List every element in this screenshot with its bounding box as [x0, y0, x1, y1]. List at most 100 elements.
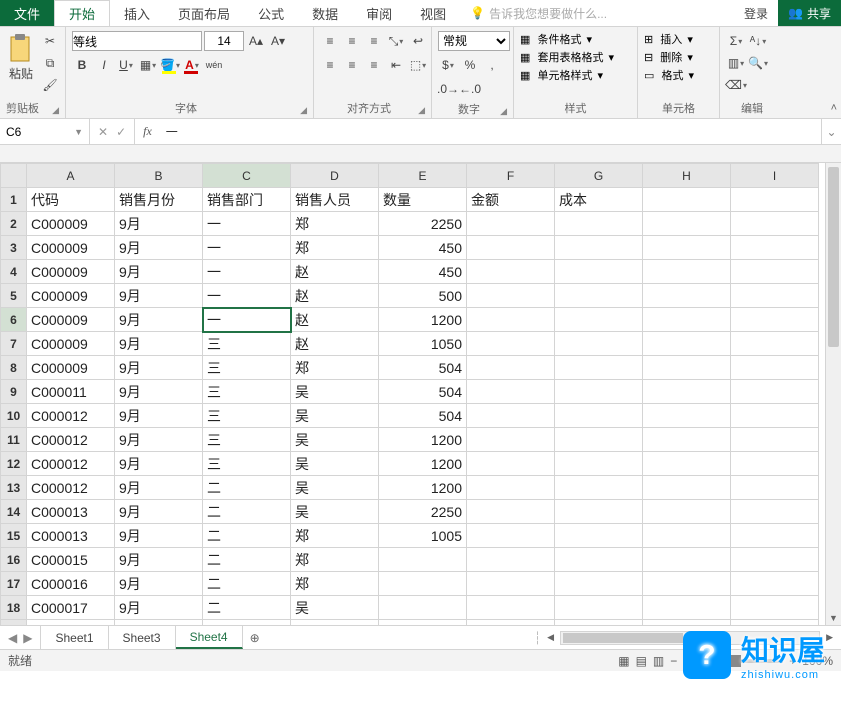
cell-G18[interactable]	[555, 596, 643, 620]
cell-B15[interactable]: 9月	[115, 524, 203, 548]
tab-data[interactable]: 数据	[298, 0, 352, 26]
tab-nav-next[interactable]: ▶	[23, 631, 32, 645]
clear-button[interactable]: ⌫	[726, 75, 746, 95]
formula-input[interactable]: 一	[160, 119, 821, 144]
column-header-F[interactable]: F	[467, 164, 555, 188]
align-right-button[interactable]: ≡	[364, 55, 384, 75]
format-cells-button[interactable]: ▭ 格式 ▾	[644, 67, 694, 83]
cell-C18[interactable]: 二	[203, 596, 291, 620]
view-pagebreak-button[interactable]: ▥	[653, 654, 664, 668]
cell-G13[interactable]	[555, 476, 643, 500]
wrap-text-button[interactable]: ↩	[408, 31, 428, 51]
cell-E8[interactable]: 504	[379, 356, 467, 380]
row-header-13[interactable]: 13	[1, 476, 27, 500]
orientation-button[interactable]: ⤡	[386, 31, 406, 51]
percent-button[interactable]: %	[460, 55, 480, 75]
align-bottom-button[interactable]: ≡	[364, 31, 384, 51]
scroll-down-icon[interactable]: ▼	[826, 611, 841, 625]
cell-I5[interactable]	[731, 284, 819, 308]
cell-I9[interactable]	[731, 380, 819, 404]
cell-A11[interactable]: C000012	[27, 428, 115, 452]
cell-G14[interactable]	[555, 500, 643, 524]
cell-G11[interactable]	[555, 428, 643, 452]
cell-G9[interactable]	[555, 380, 643, 404]
cell-F6[interactable]	[467, 308, 555, 332]
row-header-19[interactable]: 19	[1, 620, 27, 626]
copy-button[interactable]: ⧉	[40, 53, 60, 73]
cell-B17[interactable]: 9月	[115, 572, 203, 596]
cell-H16[interactable]	[643, 548, 731, 572]
spreadsheet-grid[interactable]: ABCDEFGHI 1代码销售月份销售部门销售人员数量金额成本2C0000099…	[0, 163, 819, 625]
hscroll-left[interactable]: ◀	[545, 632, 556, 643]
cell-F10[interactable]	[467, 404, 555, 428]
row-header-9[interactable]: 9	[1, 380, 27, 404]
cell-E17[interactable]	[379, 572, 467, 596]
clipboard-launcher[interactable]: ◢	[52, 105, 59, 116]
row-header-16[interactable]: 16	[1, 548, 27, 572]
cell-C19[interactable]: 三	[203, 620, 291, 626]
cell-I10[interactable]	[731, 404, 819, 428]
cell-I18[interactable]	[731, 596, 819, 620]
cell-C17[interactable]: 二	[203, 572, 291, 596]
cut-button[interactable]: ✂	[40, 31, 60, 51]
tab-formulas[interactable]: 公式	[244, 0, 298, 26]
cell-B7[interactable]: 9月	[115, 332, 203, 356]
cell-I16[interactable]	[731, 548, 819, 572]
cell-B2[interactable]: 9月	[115, 212, 203, 236]
row-header-7[interactable]: 7	[1, 332, 27, 356]
tell-me[interactable]: 💡 告诉我您想要做什么...	[460, 0, 734, 26]
cell-C11[interactable]: 三	[203, 428, 291, 452]
cancel-formula-button[interactable]: ✕	[98, 125, 108, 139]
cell-B1[interactable]: 销售月份	[115, 188, 203, 212]
cell-A16[interactable]: C000015	[27, 548, 115, 572]
cell-E9[interactable]: 504	[379, 380, 467, 404]
cell-D15[interactable]: 郑	[291, 524, 379, 548]
cell-F7[interactable]	[467, 332, 555, 356]
insert-cells-button[interactable]: ⊞ 插入 ▾	[644, 31, 693, 47]
cell-F13[interactable]	[467, 476, 555, 500]
cell-B6[interactable]: 9月	[115, 308, 203, 332]
cell-D12[interactable]: 吴	[291, 452, 379, 476]
cell-F4[interactable]	[467, 260, 555, 284]
format-painter-button[interactable]: 🖌	[40, 75, 60, 95]
view-normal-button[interactable]: ▦	[618, 654, 629, 668]
row-header-10[interactable]: 10	[1, 404, 27, 428]
cell-A3[interactable]: C000009	[27, 236, 115, 260]
cell-G15[interactable]	[555, 524, 643, 548]
cell-E5[interactable]: 500	[379, 284, 467, 308]
tab-review[interactable]: 审阅	[352, 0, 406, 26]
row-header-1[interactable]: 1	[1, 188, 27, 212]
cell-F8[interactable]	[467, 356, 555, 380]
increase-font-button[interactable]: A▴	[246, 31, 266, 51]
cell-G10[interactable]	[555, 404, 643, 428]
cell-A14[interactable]: C000013	[27, 500, 115, 524]
column-header-G[interactable]: G	[555, 164, 643, 188]
cell-G8[interactable]	[555, 356, 643, 380]
cell-H12[interactable]	[643, 452, 731, 476]
cell-D2[interactable]: 郑	[291, 212, 379, 236]
cell-C3[interactable]: 一	[203, 236, 291, 260]
cell-I7[interactable]	[731, 332, 819, 356]
row-header-15[interactable]: 15	[1, 524, 27, 548]
tab-view[interactable]: 视图	[406, 0, 460, 26]
cell-I8[interactable]	[731, 356, 819, 380]
scroll-thumb[interactable]	[828, 167, 839, 347]
cell-A12[interactable]: C000012	[27, 452, 115, 476]
cell-F18[interactable]	[467, 596, 555, 620]
conditional-format-button[interactable]: ▦ 条件格式 ▾	[520, 31, 592, 47]
cell-H4[interactable]	[643, 260, 731, 284]
cell-D4[interactable]: 赵	[291, 260, 379, 284]
hscroll-right[interactable]: ▶	[824, 632, 835, 643]
increase-decimal-button[interactable]: .0→	[438, 79, 458, 99]
sheet-tab-Sheet1[interactable]: Sheet1	[41, 626, 108, 649]
cell-H10[interactable]	[643, 404, 731, 428]
phonetic-button[interactable]: wén	[204, 55, 224, 75]
cell-D10[interactable]: 吴	[291, 404, 379, 428]
column-header-I[interactable]: I	[731, 164, 819, 188]
cell-E11[interactable]: 1200	[379, 428, 467, 452]
cell-D19[interactable]: 吴	[291, 620, 379, 626]
align-middle-button[interactable]: ≡	[342, 31, 362, 51]
cell-F16[interactable]	[467, 548, 555, 572]
row-header-18[interactable]: 18	[1, 596, 27, 620]
cell-I4[interactable]	[731, 260, 819, 284]
